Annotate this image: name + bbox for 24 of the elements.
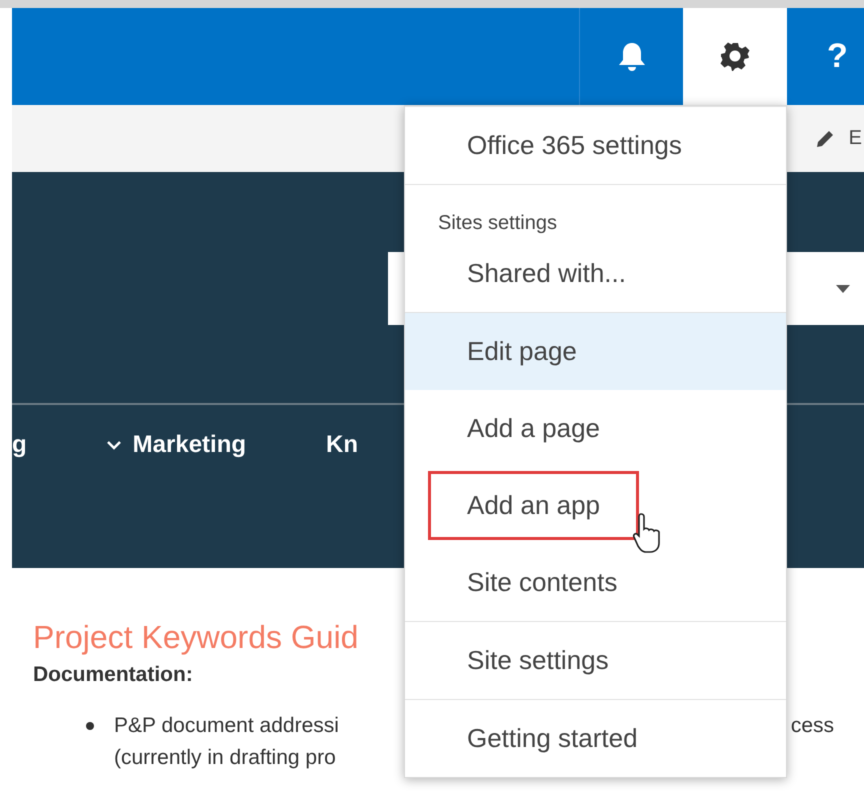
body-text: (currently in drafting pro: [114, 745, 336, 771]
dropdown-caret-icon: [836, 284, 850, 292]
settings-icon: [719, 40, 751, 72]
menu-item[interactable]: Shared with...: [405, 235, 786, 312]
nav-link[interactable]: Marketing: [106, 431, 246, 459]
page-title: Project Keywords Guid: [33, 618, 358, 656]
menu-item[interactable]: Edit page: [405, 313, 786, 390]
bell-icon: [616, 40, 646, 72]
menu-item[interactable]: Add an app: [405, 467, 786, 544]
section-heading: Documentation:: [33, 662, 193, 688]
menu-item[interactable]: Add a page: [405, 390, 786, 467]
menu-section-header: Sites settings: [437, 211, 558, 235]
body-text: P&P document addressi: [114, 713, 339, 739]
bullet-icon: [86, 722, 94, 730]
edit-link[interactable]: E: [814, 127, 864, 150]
body-text: cess: [790, 713, 834, 739]
menu-item[interactable]: Office 365 settings: [405, 107, 786, 184]
nav-link[interactable]: Kn: [326, 431, 358, 459]
menu-item[interactable]: Site contents: [405, 544, 786, 621]
menu-item[interactable]: Getting started: [405, 700, 786, 777]
pencil-icon: [814, 128, 835, 148]
settings-button[interactable]: [683, 8, 787, 105]
nav-link[interactable]: g: [12, 431, 27, 459]
menu-item[interactable]: Site settings: [405, 622, 786, 699]
